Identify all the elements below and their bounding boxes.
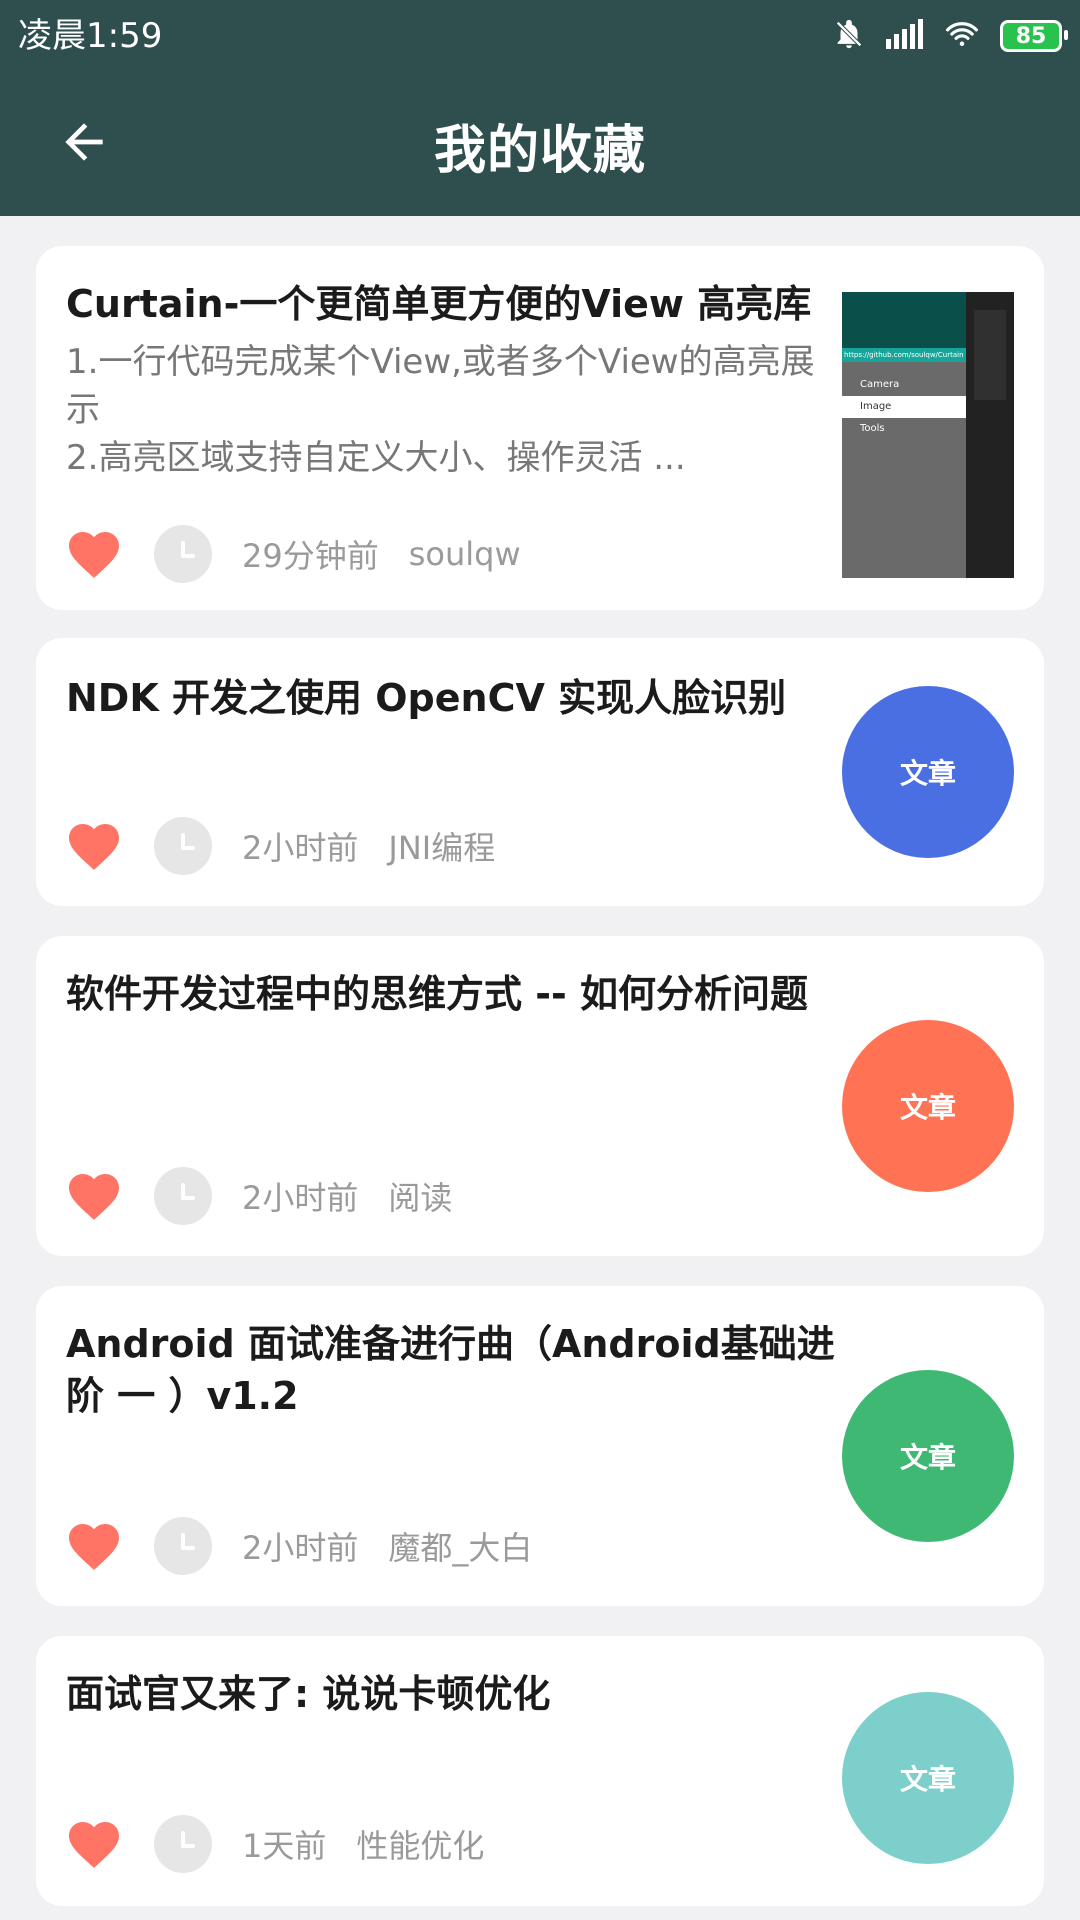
list-item[interactable]: Curtain-一个更简单更方便的View 高亮库 1.一行代码完成某个View…	[36, 246, 1044, 610]
item-time: 1天前	[242, 1827, 327, 1865]
thumbnail-url-bar: https://github.com/soulqw/Curtain	[842, 348, 966, 362]
thumbnail-item-tools: Tools	[860, 423, 885, 434]
item-title: 面试官又来了: 说说卡顿优化	[66, 1672, 551, 1716]
favorite-button[interactable]	[64, 1814, 124, 1874]
article-badge-label: 文章	[899, 1091, 956, 1124]
notifications-muted-icon	[832, 17, 866, 55]
article-badge-label: 文章	[899, 757, 956, 790]
thumbnail-item-image: Image	[842, 396, 966, 418]
signal-icon	[884, 17, 924, 55]
clock-icon	[154, 525, 212, 583]
clock-icon	[154, 1167, 212, 1225]
favorite-button[interactable]	[64, 1516, 124, 1576]
item-meta: 2小时前 阅读	[64, 1166, 452, 1226]
article-badge: 文章	[842, 1370, 1014, 1542]
item-author: JNI编程	[388, 829, 496, 867]
item-author: 魔都_大白	[388, 1529, 533, 1567]
heart-icon	[64, 1166, 124, 1226]
thumbnail-header	[842, 292, 966, 348]
list-item[interactable]: 软件开发过程中的思维方式 -- 如何分析问题 2小时前 阅读 文章	[36, 936, 1044, 1256]
article-badge-label: 文章	[899, 1441, 956, 1474]
status-time: 凌晨1:59	[18, 16, 163, 56]
app-bar: 我的收藏	[0, 74, 1080, 216]
item-author: soulqw	[408, 535, 521, 573]
favorite-button[interactable]	[64, 816, 124, 876]
favorite-button[interactable]	[64, 1166, 124, 1226]
item-description: 1.一行代码完成某个View,或者多个View的高亮展示 2.高亮区域支持自定义…	[66, 342, 815, 478]
clock-icon	[154, 1517, 212, 1575]
clock-icon	[154, 1815, 212, 1873]
item-time: 2小时前	[242, 1529, 359, 1567]
list-item[interactable]: Android 面试准备进行曲（Android基础进阶 一 ）v1.2 2小时前…	[36, 1286, 1044, 1606]
item-author: 性能优化	[356, 1827, 485, 1865]
favorite-button[interactable]	[64, 524, 124, 584]
item-title: Curtain-一个更简单更方便的View 高亮库	[66, 282, 812, 326]
item-time: 2小时前	[242, 829, 359, 867]
article-badge: 文章	[842, 1020, 1014, 1192]
battery-percent: 85	[1015, 23, 1047, 49]
item-time: 29分钟前	[242, 537, 379, 575]
article-badge-label: 文章	[899, 1763, 956, 1796]
heart-icon	[64, 1516, 124, 1576]
heart-icon	[64, 524, 124, 584]
status-icons: 85	[832, 14, 1068, 58]
item-meta: 2小时前 魔都_大白	[64, 1516, 532, 1576]
item-time: 2小时前	[242, 1179, 359, 1217]
article-badge: 文章	[842, 686, 1014, 858]
thumbnail-overlay	[966, 292, 1014, 578]
battery-indicator: 85	[1000, 20, 1068, 52]
item-meta: 1天前 性能优化	[64, 1814, 484, 1874]
item-title: Android 面试准备进行曲（Android基础进阶 一 ）v1.2	[66, 1322, 835, 1418]
item-meta: 2小时前 JNI编程	[64, 816, 495, 876]
thumbnail-item-camera: Camera	[860, 379, 900, 390]
item-meta: 29分钟前 soulqw	[64, 524, 521, 584]
item-thumbnail: https://github.com/soulqw/Curtain Camera…	[842, 292, 1014, 578]
list-item[interactable]: NDK 开发之使用 OpenCV 实现人脸识别 2小时前 JNI编程 文章	[36, 638, 1044, 906]
status-bar: 凌晨1:59 85	[0, 0, 1080, 74]
wifi-icon	[942, 17, 982, 55]
item-author: 阅读	[388, 1179, 453, 1217]
thumbnail-drawer: Camera Image Tools	[842, 362, 966, 578]
article-badge: 文章	[842, 1692, 1014, 1864]
heart-icon	[64, 1814, 124, 1874]
item-title: 软件开发过程中的思维方式 -- 如何分析问题	[66, 972, 809, 1016]
clock-icon	[154, 817, 212, 875]
thumbnail-url-text: https://github.com/soulqw/Curtain	[844, 351, 964, 359]
list-item[interactable]: 面试官又来了: 说说卡顿优化 1天前 性能优化 文章	[36, 1636, 1044, 1906]
page-title: 我的收藏	[433, 120, 646, 181]
heart-icon	[64, 816, 124, 876]
item-title: NDK 开发之使用 OpenCV 实现人脸识别	[66, 676, 787, 720]
